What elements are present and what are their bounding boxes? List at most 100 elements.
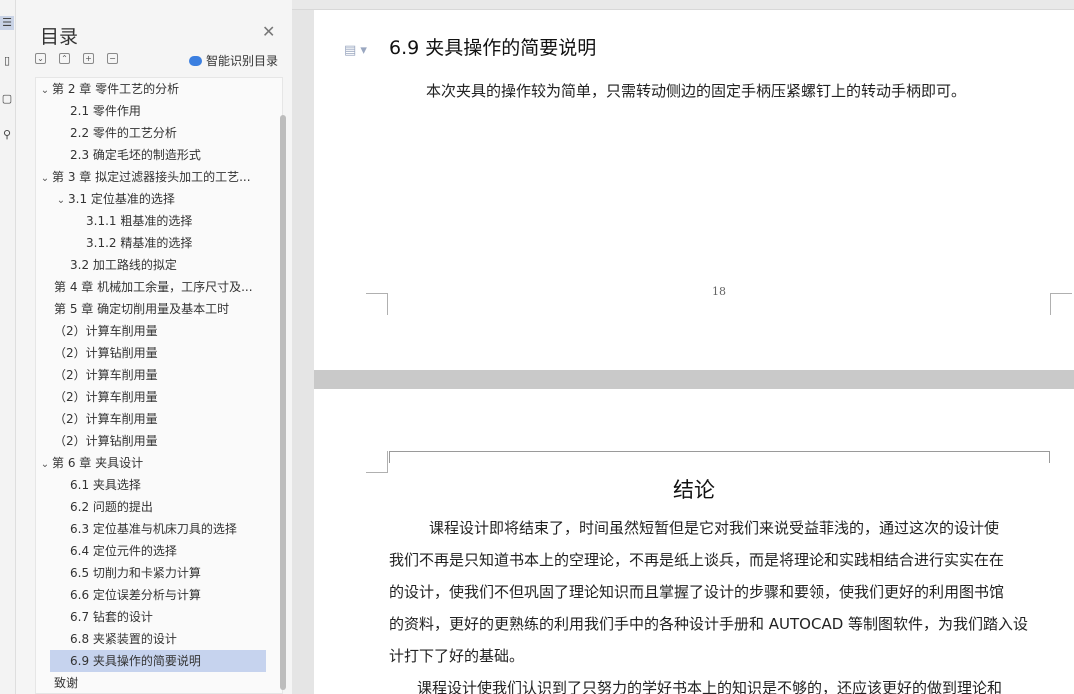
smart-recognize-toc-button[interactable]: 智能识别目录 [189,52,278,69]
chevron-down-icon[interactable]: ⌄ [38,80,52,100]
conclusion-paragraph: 课程设计即将结束了，时间虽然短暂但是它对我们来说受益菲浅的，通过这次的设计使 我… [389,512,1054,694]
toc-item[interactable]: 2.1 零件作用 [36,100,266,122]
chevron-down-icon[interactable]: ⌄ [38,168,52,188]
paragraph-line: 课程设计使我们认识到了只努力的学好书本上的知识是不够的，还应该更好的做到理论和 [417,679,1003,694]
smart-icon [189,56,202,66]
toc-item-label: （2）计算钻削用量 [54,346,158,360]
chevron-down-icon[interactable]: ⌄ [38,454,52,474]
toc-item-label: 第 6 章 夹具设计 [52,456,144,470]
list-icon[interactable]: ☰ [0,16,14,30]
page-corner-mark [1050,293,1072,315]
toc-list: ⌄ 第 2 章 零件工艺的分析 2.1 零件作用 2.2 零件的工艺分析 2.3 确定毛… [35,77,283,694]
add-icon[interactable]: + [83,53,94,64]
toc-item-label: 第 4 章 机械加工余量，工序尺寸及... [54,280,253,294]
page-corner-mark [366,293,388,315]
toc-item[interactable]: （2）计算钻削用量 [36,430,266,452]
page-18: ▤ ▾ 6.9 夹具操作的简要说明 本次夹具的操作较为简单，只需转动侧边的固定手… [314,10,1074,370]
toc-item[interactable]: （2）计算钻削用量 [36,342,266,364]
toc-item[interactable]: 3.1.1 粗基准的选择 [36,210,266,232]
toc-item-label: 3.1.1 粗基准的选择 [86,214,193,228]
toc-item[interactable]: 2.3 确定毛坯的制造形式 [36,144,266,166]
toc-item[interactable]: 6.3 定位基准与机床刀具的选择 [36,518,266,540]
paragraph-line: 的设计，使我们不但巩固了理论知识而且掌握了设计的步骤和要领，使我们更好的利用图书… [389,583,1005,601]
header-rule-tick [389,451,390,463]
toc-item-label: 6.7 钻套的设计 [70,610,153,624]
toc-item[interactable]: ⌄ 第 2 章 零件工艺的分析 [36,78,266,100]
toc-item-label: 6.3 定位基准与机床刀具的选择 [70,522,237,536]
toc-scrollbar-thumb[interactable] [280,115,286,690]
toc-item-label: 3.1 定位基准的选择 [68,192,175,206]
chevron-down-icon[interactable]: ⌄ [54,190,68,210]
toc-item-label: 6.9 夹具操作的简要说明 [70,654,201,668]
paragraph-line: 的资料，更好的更熟练的利用我们手中的各种设计手册和 AUTOCAD 等制图软件，… [389,615,1029,633]
toc-item[interactable]: 6.5 切削力和卡紧力计算 [36,562,266,584]
toc-item-label: 2.2 零件的工艺分析 [70,126,177,140]
toc-item[interactable]: 6.1 夹具选择 [36,474,266,496]
toc-item[interactable]: 6.4 定位元件的选择 [36,540,266,562]
toc-item[interactable]: 第 5 章 确定切削用量及基本工时 [36,298,266,320]
document-icon[interactable]: ▤ ▾ [344,43,368,59]
collapse-icon[interactable]: ⌃ [59,53,70,64]
bookmark-icon[interactable]: ▯ [0,54,14,68]
toc-item-label: 3.1.2 精基准的选择 [86,236,193,250]
toc-item[interactable]: （2）计算车削用量 [36,364,266,386]
toc-item-label: （2）计算车削用量 [54,412,158,426]
toc-item-label: 6.5 切削力和卡紧力计算 [70,566,201,580]
toc-item[interactable]: 6.6 定位误差分析与计算 [36,584,266,606]
page-19: 结论 课程设计即将结束了，时间虽然短暂但是它对我们来说受益菲浅的，通过这次的设计… [314,389,1074,694]
toc-item[interactable]: 6.2 问题的提出 [36,496,266,518]
left-icon-rail: ☰ ▯ ▢ ⚲ [0,0,16,694]
note-icon[interactable]: ▢ [0,92,14,106]
toc-panel: 目录 ✕ ⌄ ⌃ + − 智能识别目录 ⌄ 第 2 章 零件工艺的分析 2.1 零件… [16,0,292,694]
section-heading: 6.9 夹具操作的简要说明 [389,37,597,59]
search-icon[interactable]: ⚲ [0,128,14,142]
toc-item-label: 6.1 夹具选择 [70,478,141,492]
toc-item[interactable]: 6.8 夹紧装置的设计 [36,628,266,650]
toc-item-label: （2）计算钻削用量 [54,434,158,448]
toc-item-label: 第 2 章 零件工艺的分析 [52,82,180,96]
toc-item-label: 2.3 确定毛坯的制造形式 [70,148,201,162]
toc-item-label: 6.8 夹紧装置的设计 [70,632,177,646]
toc-item[interactable]: （2）计算车削用量 [36,408,266,430]
toc-item-label: 致谢 [54,676,79,690]
toc-item[interactable]: 6.9 夹具操作的简要说明 [50,650,266,672]
toc-item[interactable]: 第 4 章 机械加工余量，工序尺寸及... [36,276,266,298]
toc-scrollbar[interactable] [279,77,287,694]
paragraph-line: 我们不再是只知道书本上的空理论，不再是纸上谈兵，而是将理论和实践相结合进行实实在… [389,551,1005,569]
toc-item-label: 2.1 零件作用 [70,104,141,118]
paragraph-line: 课程设计即将结束了，时间虽然短暂但是它对我们来说受益菲浅的，通过这次的设计使 [429,519,1000,537]
toc-item[interactable]: 3.2 加工路线的拟定 [36,254,266,276]
toc-item-label: 3.2 加工路线的拟定 [70,258,177,272]
toc-item[interactable]: ⌄ 第 6 章 夹具设计 [36,452,266,474]
section-paragraph: 本次夹具的操作较为简单，只需转动侧边的固定手柄压紧螺钉上的转动手柄即可。 [426,82,967,100]
paragraph-line: 计打下了好的基础。 [389,647,525,665]
toc-item-label: 6.6 定位误差分析与计算 [70,588,201,602]
page-gap [314,370,1074,389]
remove-icon[interactable]: − [107,53,118,64]
document-area: ▤ ▾ 6.9 夹具操作的简要说明 本次夹具的操作较为简单，只需转动侧边的固定手… [292,0,1074,694]
toc-item[interactable]: ⌄ 3.1 定位基准的选择 [36,188,266,210]
header-rule [389,451,1050,452]
toc-item[interactable]: ⌄ 第 3 章 拟定过滤器接头加工的工艺... [36,166,266,188]
toc-item-label: （2）计算车削用量 [54,368,158,382]
toc-item[interactable]: （2）计算车削用量 [36,320,266,342]
toc-item[interactable]: （2）计算车削用量 [36,386,266,408]
page-corner-mark [366,451,388,473]
expand-icon[interactable]: ⌄ [35,53,46,64]
close-icon[interactable]: ✕ [262,22,275,41]
toc-panel-title: 目录 [40,26,79,48]
toc-item-label: （2）计算车削用量 [54,324,158,338]
document-viewer-window: ☰ ▯ ▢ ⚲ 目录 ✕ ⌄ ⌃ + − 智能识别目录 ⌄ 第 2 章 零件工艺的… [0,0,1074,694]
toc-item-label: 第 3 章 拟定过滤器接头加工的工艺... [52,170,251,184]
previous-page-edge [292,0,1074,10]
toc-item-label: 6.2 问题的提出 [70,500,153,514]
toc-item[interactable]: 6.7 钻套的设计 [36,606,266,628]
conclusion-title: 结论 [673,478,715,502]
toc-item-label: （2）计算车削用量 [54,390,158,404]
toc-item[interactable]: 3.1.2 精基准的选择 [36,232,266,254]
toc-item[interactable]: 致谢 [36,672,266,693]
toc-item-label: 第 5 章 确定切削用量及基本工时 [54,302,230,316]
toc-item[interactable]: 2.2 零件的工艺分析 [36,122,266,144]
toc-item-label: 6.4 定位元件的选择 [70,544,177,558]
page-number: 18 [712,285,726,298]
